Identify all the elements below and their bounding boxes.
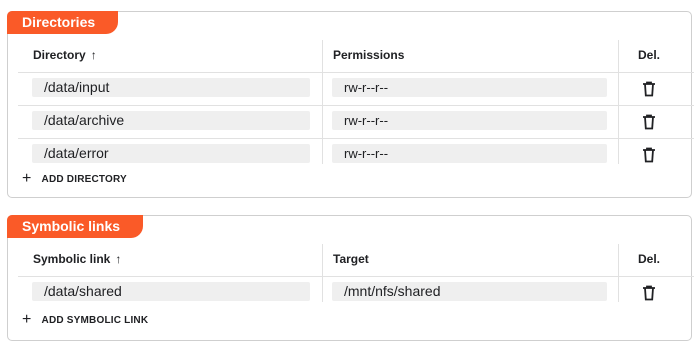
table-row: /data/error rw-r--r--	[18, 139, 694, 171]
symlink-target-input[interactable]: /mnt/nfs/shared	[332, 282, 607, 301]
arrow-up-icon: ↑	[90, 48, 97, 62]
trash-icon[interactable]	[642, 81, 656, 97]
trash-icon[interactable]	[642, 114, 656, 130]
permissions-input[interactable]: rw-r--r--	[332, 78, 607, 97]
symlink-column-label: Symbolic link	[33, 252, 111, 266]
table-row: /data/input rw-r--r--	[18, 73, 694, 106]
table-row: /data/archive rw-r--r--	[18, 106, 694, 139]
symlink-path-input[interactable]: /data/shared	[32, 282, 310, 301]
plus-icon: +	[22, 311, 32, 328]
symlinks-table-header: Symbolic link ↑ Target Del.	[18, 242, 694, 277]
add-directory-label: ADD DIRECTORY	[41, 174, 127, 185]
directory-column-header[interactable]: Directory ↑	[33, 38, 97, 72]
permissions-input[interactable]: rw-r--r--	[332, 144, 607, 163]
add-symbolic-link-button[interactable]: + ADD SYMBOLIC LINK	[22, 311, 148, 329]
plus-icon: +	[22, 170, 32, 187]
add-directory-button[interactable]: + ADD DIRECTORY	[22, 170, 127, 188]
symlinks-panel: Symbolic links Symbolic link ↑ Target Del…	[7, 215, 694, 341]
directory-path-input[interactable]: /data/error	[32, 144, 310, 163]
symlinks-title: Symbolic links	[7, 215, 144, 238]
table-row: /data/shared /mnt/nfs/shared	[18, 277, 694, 309]
symlink-column-header[interactable]: Symbolic link ↑	[33, 242, 121, 276]
directories-panel: Directories Directory ↑ Permissions Del. …	[7, 11, 694, 198]
target-column-header: Target	[333, 252, 369, 266]
directories-title: Directories	[7, 11, 119, 34]
trash-icon[interactable]	[642, 285, 656, 301]
delete-column-header: Del.	[638, 48, 661, 62]
arrow-up-icon: ↑	[115, 252, 122, 266]
directory-path-input[interactable]: /data/input	[32, 78, 310, 97]
directories-table-header: Directory ↑ Permissions Del.	[18, 38, 694, 73]
delete-column-header: Del.	[638, 252, 661, 266]
permissions-column-header: Permissions	[333, 48, 405, 62]
directory-column-label: Directory	[33, 48, 86, 62]
add-symbolic-link-label: ADD SYMBOLIC LINK	[41, 315, 149, 326]
trash-icon[interactable]	[642, 147, 656, 163]
permissions-input[interactable]: rw-r--r--	[332, 111, 607, 130]
directory-path-input[interactable]: /data/archive	[32, 111, 310, 130]
